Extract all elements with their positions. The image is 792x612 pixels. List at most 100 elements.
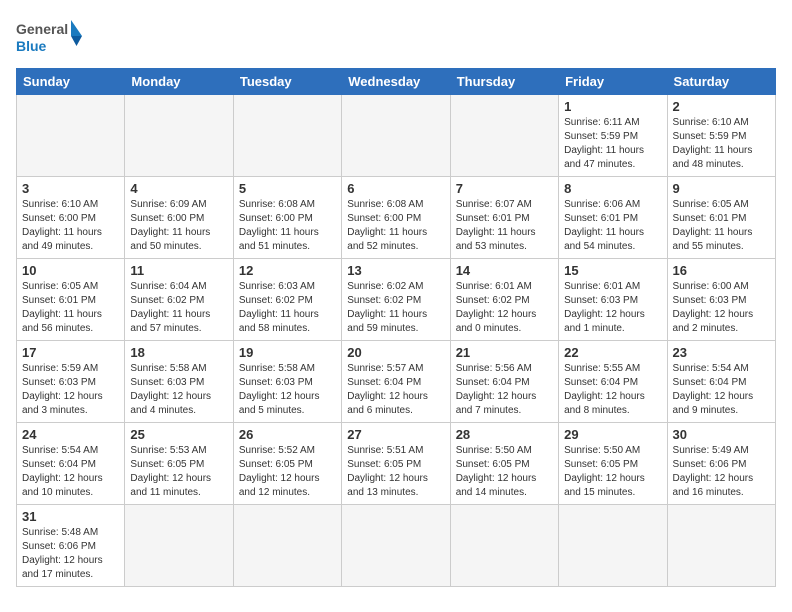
calendar-day-cell: 16Sunrise: 6:00 AM Sunset: 6:03 PM Dayli… [667, 259, 775, 341]
day-info: Sunrise: 5:51 AM Sunset: 6:05 PM Dayligh… [347, 444, 444, 500]
header-section: General Blue [16, 16, 776, 58]
calendar-day-cell: 12 Sunrise: 6:03 AM Sunset: 6:02 PM Dayli… [233, 259, 341, 341]
day-number: 28 [456, 427, 553, 442]
day-number: 13 [347, 263, 444, 278]
calendar-day-cell: 22 Sunrise: 5:55 AM Sunset: 6:04 PM Dayli… [559, 341, 667, 423]
calendar-day-cell [450, 95, 558, 177]
day-number: 23 [673, 345, 770, 360]
calendar-day-cell [17, 95, 125, 177]
day-info: Sunrise: 5:57 AM Sunset: 6:04 PM Dayligh… [347, 362, 444, 418]
day-info: Sunrise: 6:11 AM Sunset: 5:59 PM Dayligh… [564, 116, 661, 172]
calendar-day-cell: 24 Sunrise: 5:54 AM Sunset: 6:04 PM Dayli… [17, 423, 125, 505]
calendar-day-cell: 14Sunrise: 6:01 AM Sunset: 6:02 PM Dayli… [450, 259, 558, 341]
day-info: Sunrise: 5:50 AM Sunset: 6:05 PM Dayligh… [456, 444, 553, 500]
calendar-week-row: 10 Sunrise: 6:05 AM Sunset: 6:01 PM Dayli… [17, 259, 776, 341]
day-number: 31 [22, 509, 119, 524]
day-info: Sunrise: 5:58 AM Sunset: 6:03 PM Dayligh… [239, 362, 336, 418]
calendar-day-cell: 31Sunrise: 5:48 AM Sunset: 6:06 PM Dayli… [17, 505, 125, 587]
day-info: Sunrise: 6:07 AM Sunset: 6:01 PM Dayligh… [456, 198, 553, 254]
day-info: Sunrise: 6:05 AM Sunset: 6:01 PM Dayligh… [22, 280, 119, 336]
day-info: Sunrise: 5:53 AM Sunset: 6:05 PM Dayligh… [130, 444, 227, 500]
day-info: Sunrise: 6:03 AM Sunset: 6:02 PM Dayligh… [239, 280, 336, 336]
logo: General Blue [16, 16, 86, 58]
day-number: 6 [347, 181, 444, 196]
day-number: 21 [456, 345, 553, 360]
day-info: Sunrise: 6:02 AM Sunset: 6:02 PM Dayligh… [347, 280, 444, 336]
day-info: Sunrise: 6:10 AM Sunset: 6:00 PM Dayligh… [22, 198, 119, 254]
weekday-header-monday: Monday [125, 69, 233, 95]
calendar-day-cell: 23 Sunrise: 5:54 AM Sunset: 6:04 PM Dayli… [667, 341, 775, 423]
calendar-day-cell: 18Sunrise: 5:58 AM Sunset: 6:03 PM Dayli… [125, 341, 233, 423]
calendar-day-cell [342, 505, 450, 587]
day-info: Sunrise: 6:01 AM Sunset: 6:02 PM Dayligh… [456, 280, 553, 336]
day-number: 27 [347, 427, 444, 442]
day-info: Sunrise: 5:55 AM Sunset: 6:04 PM Dayligh… [564, 362, 661, 418]
day-number: 1 [564, 99, 661, 114]
calendar-week-row: 3 Sunrise: 6:10 AM Sunset: 6:00 PM Daylig… [17, 177, 776, 259]
svg-text:Blue: Blue [16, 38, 47, 54]
day-info: Sunrise: 6:08 AM Sunset: 6:00 PM Dayligh… [239, 198, 336, 254]
weekday-header-row: SundayMondayTuesdayWednesdayThursdayFrid… [17, 69, 776, 95]
calendar-day-cell: 30 Sunrise: 5:49 AM Sunset: 6:06 PM Dayli… [667, 423, 775, 505]
day-number: 24 [22, 427, 119, 442]
day-info: Sunrise: 6:09 AM Sunset: 6:00 PM Dayligh… [130, 198, 227, 254]
calendar-day-cell: 10 Sunrise: 6:05 AM Sunset: 6:01 PM Dayli… [17, 259, 125, 341]
calendar-day-cell [667, 505, 775, 587]
day-number: 2 [673, 99, 770, 114]
svg-text:General: General [16, 21, 68, 37]
weekday-header-tuesday: Tuesday [233, 69, 341, 95]
day-number: 26 [239, 427, 336, 442]
day-number: 3 [22, 181, 119, 196]
calendar-week-row: 24 Sunrise: 5:54 AM Sunset: 6:04 PM Dayli… [17, 423, 776, 505]
calendar-day-cell: 29Sunrise: 5:50 AM Sunset: 6:05 PM Dayli… [559, 423, 667, 505]
day-info: Sunrise: 5:54 AM Sunset: 6:04 PM Dayligh… [22, 444, 119, 500]
day-number: 8 [564, 181, 661, 196]
calendar-day-cell: 1 Sunrise: 6:11 AM Sunset: 5:59 PM Daylig… [559, 95, 667, 177]
calendar-day-cell: 17Sunrise: 5:59 AM Sunset: 6:03 PM Dayli… [17, 341, 125, 423]
day-info: Sunrise: 5:59 AM Sunset: 6:03 PM Dayligh… [22, 362, 119, 418]
day-info: Sunrise: 5:54 AM Sunset: 6:04 PM Dayligh… [673, 362, 770, 418]
calendar-day-cell: 3 Sunrise: 6:10 AM Sunset: 6:00 PM Daylig… [17, 177, 125, 259]
day-number: 22 [564, 345, 661, 360]
calendar-day-cell: 2 Sunrise: 6:10 AM Sunset: 5:59 PM Daylig… [667, 95, 775, 177]
calendar-day-cell: 5Sunrise: 6:08 AM Sunset: 6:00 PM Daylig… [233, 177, 341, 259]
day-number: 20 [347, 345, 444, 360]
day-info: Sunrise: 5:56 AM Sunset: 6:04 PM Dayligh… [456, 362, 553, 418]
day-number: 18 [130, 345, 227, 360]
calendar-week-row: 31Sunrise: 5:48 AM Sunset: 6:06 PM Dayli… [17, 505, 776, 587]
calendar-day-cell [450, 505, 558, 587]
day-number: 7 [456, 181, 553, 196]
calendar-day-cell [559, 505, 667, 587]
day-info: Sunrise: 5:52 AM Sunset: 6:05 PM Dayligh… [239, 444, 336, 500]
day-number: 11 [130, 263, 227, 278]
weekday-header-wednesday: Wednesday [342, 69, 450, 95]
day-number: 10 [22, 263, 119, 278]
day-info: Sunrise: 6:05 AM Sunset: 6:01 PM Dayligh… [673, 198, 770, 254]
day-number: 30 [673, 427, 770, 442]
day-info: Sunrise: 6:10 AM Sunset: 5:59 PM Dayligh… [673, 116, 770, 172]
calendar-day-cell [342, 95, 450, 177]
calendar-day-cell: 4 Sunrise: 6:09 AM Sunset: 6:00 PM Daylig… [125, 177, 233, 259]
calendar-day-cell [125, 95, 233, 177]
calendar-day-cell: 15Sunrise: 6:01 AM Sunset: 6:03 PM Dayli… [559, 259, 667, 341]
weekday-header-saturday: Saturday [667, 69, 775, 95]
calendar-day-cell: 21 Sunrise: 5:56 AM Sunset: 6:04 PM Dayli… [450, 341, 558, 423]
day-number: 29 [564, 427, 661, 442]
day-info: Sunrise: 6:01 AM Sunset: 6:03 PM Dayligh… [564, 280, 661, 336]
calendar-day-cell: 20 Sunrise: 5:57 AM Sunset: 6:04 PM Dayli… [342, 341, 450, 423]
weekday-header-thursday: Thursday [450, 69, 558, 95]
day-info: Sunrise: 5:49 AM Sunset: 6:06 PM Dayligh… [673, 444, 770, 500]
calendar-day-cell: 25Sunrise: 5:53 AM Sunset: 6:05 PM Dayli… [125, 423, 233, 505]
day-info: Sunrise: 6:06 AM Sunset: 6:01 PM Dayligh… [564, 198, 661, 254]
calendar-day-cell: 13 Sunrise: 6:02 AM Sunset: 6:02 PM Dayli… [342, 259, 450, 341]
calendar-day-cell: 28 Sunrise: 5:50 AM Sunset: 6:05 PM Dayli… [450, 423, 558, 505]
day-number: 12 [239, 263, 336, 278]
weekday-header-sunday: Sunday [17, 69, 125, 95]
calendar-day-cell: 27 Sunrise: 5:51 AM Sunset: 6:05 PM Dayli… [342, 423, 450, 505]
calendar-day-cell: 9 Sunrise: 6:05 AM Sunset: 6:01 PM Daylig… [667, 177, 775, 259]
day-number: 4 [130, 181, 227, 196]
day-info: Sunrise: 6:04 AM Sunset: 6:02 PM Dayligh… [130, 280, 227, 336]
day-number: 9 [673, 181, 770, 196]
calendar-day-cell: 26 Sunrise: 5:52 AM Sunset: 6:05 PM Dayli… [233, 423, 341, 505]
calendar-day-cell: 11 Sunrise: 6:04 AM Sunset: 6:02 PM Dayli… [125, 259, 233, 341]
